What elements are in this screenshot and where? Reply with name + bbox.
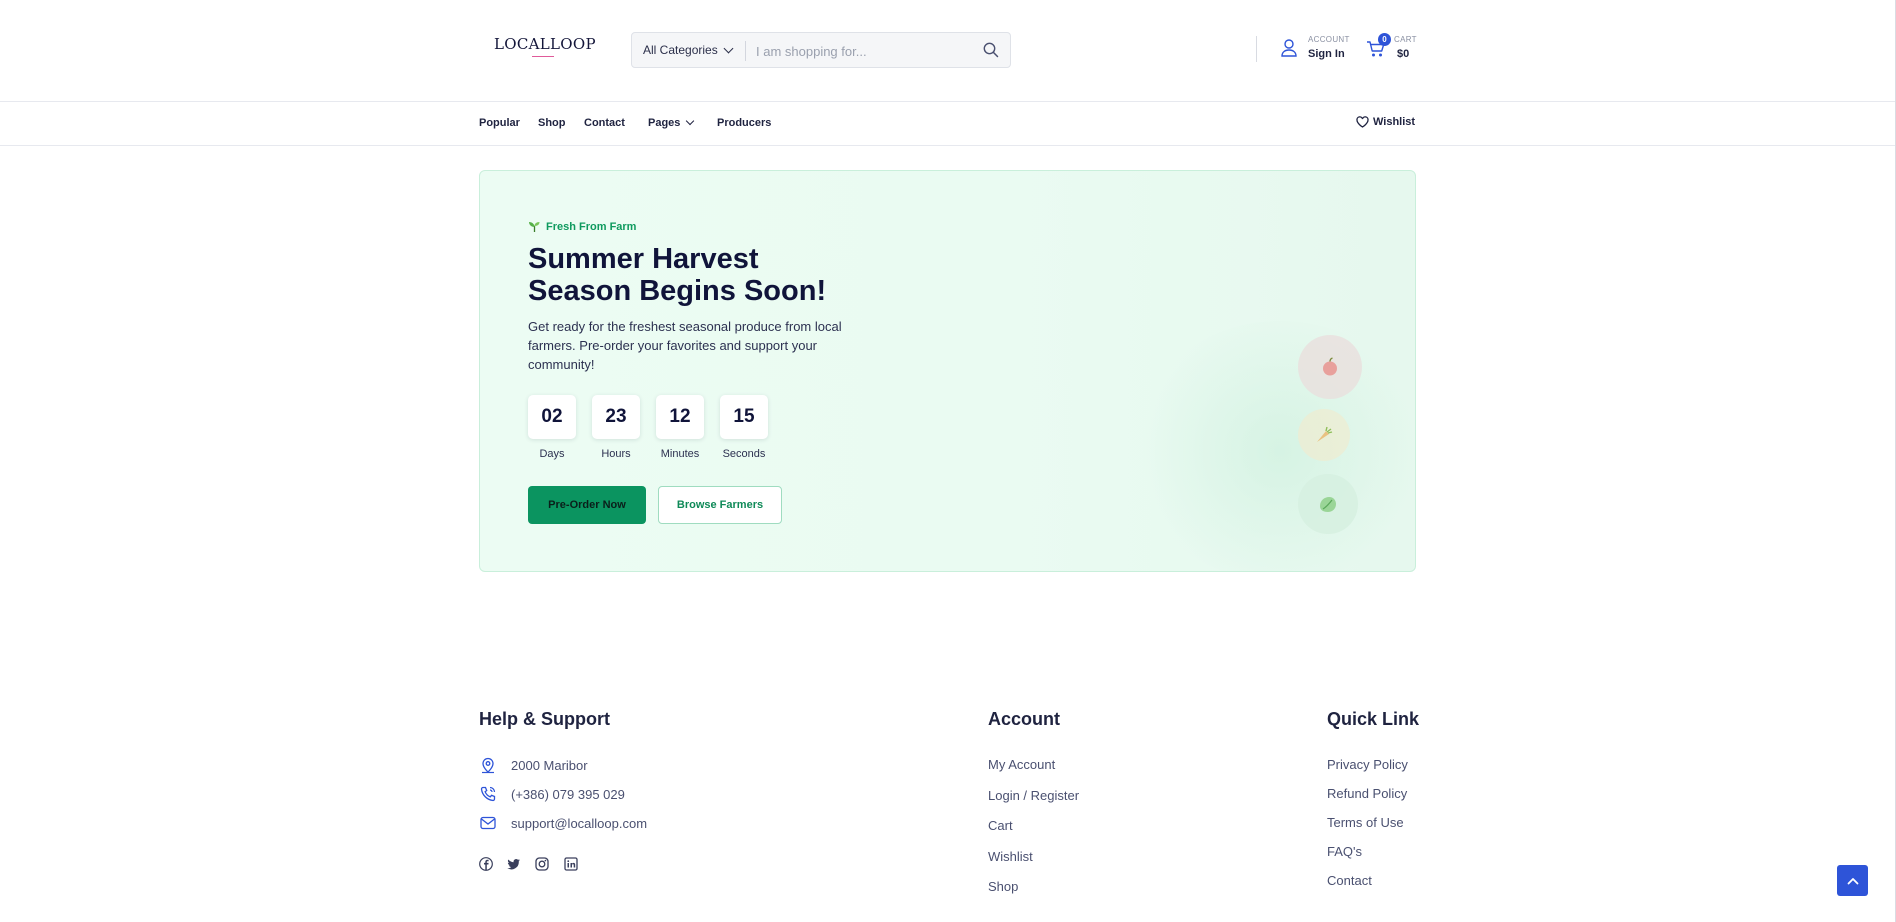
footer-email[interactable]: support@localloop.com — [479, 814, 647, 832]
cart-small-label: CART — [1394, 35, 1417, 44]
location-icon — [482, 757, 494, 774]
category-select[interactable]: All Categories — [643, 43, 734, 57]
hero-description: Get ready for the freshest seasonal prod… — [528, 319, 842, 372]
footer-address: 2000 Maribor — [479, 756, 588, 774]
hero-tag: Fresh From Farm — [528, 220, 636, 233]
countdown-label: Seconds — [722, 448, 766, 460]
carrot-bubble — [1298, 409, 1350, 461]
sign-in-label: Sign In — [1308, 48, 1345, 60]
footer-link-my-account[interactable]: My Account — [988, 757, 1055, 772]
chevron-down-icon — [723, 43, 734, 53]
search-divider — [745, 41, 746, 61]
countdown-days: 02 Days — [528, 395, 576, 460]
nav-item-popular[interactable]: Popular — [479, 117, 520, 129]
heart-icon — [1356, 116, 1369, 128]
countdown-label: Days — [539, 448, 565, 460]
user-icon — [1281, 39, 1297, 57]
mail-icon — [480, 816, 496, 830]
footer-link-login-register[interactable]: Login / Register — [988, 788, 1079, 803]
page: LOCALLOOP All Categories ACCOUNT Sign In… — [0, 0, 1896, 922]
countdown-label: Minutes — [660, 448, 700, 460]
phone-text: (+386) 079 395 029 — [511, 786, 625, 802]
account-small-label: ACCOUNT — [1308, 35, 1350, 44]
countdown-value: 02 — [528, 395, 576, 439]
seedling-icon — [529, 222, 540, 232]
footer-link-faqs[interactable]: FAQ's — [1327, 844, 1362, 859]
hero-tag-label: Fresh From Farm — [546, 220, 637, 233]
nav-item-shop[interactable]: Shop — [538, 117, 566, 129]
hero-glow — [1130, 321, 1415, 571]
main-nav: Popular Shop Contact Pages Producers Wis… — [0, 102, 1896, 146]
search-bar: All Categories — [631, 32, 1011, 68]
browse-farmers-button[interactable]: Browse Farmers — [658, 486, 782, 524]
footer-link-shop[interactable]: Shop — [988, 879, 1018, 894]
linkedin-icon[interactable] — [564, 857, 578, 871]
cart-link[interactable]: 0 CART $0 — [1366, 32, 1417, 66]
countdown-value: 15 — [720, 395, 768, 439]
hero-title-line-1: Summer Harvest — [528, 243, 759, 275]
countdown-seconds: 15 Seconds — [720, 395, 768, 460]
account-link[interactable]: ACCOUNT Sign In — [1280, 34, 1360, 66]
account-heading: Account — [988, 709, 1060, 729]
countdown-minutes: 12 Minutes — [656, 395, 704, 460]
top-header: LOCALLOOP All Categories ACCOUNT Sign In… — [0, 0, 1896, 102]
footer-link-contact[interactable]: Contact — [1327, 873, 1372, 888]
countdown-value: 23 — [592, 395, 640, 439]
countdown-label: Hours — [601, 448, 631, 460]
address-text: 2000 Maribor — [511, 757, 588, 773]
logo-accent — [532, 56, 554, 57]
hero-title-line-2: Season Begins Soon! — [528, 275, 827, 307]
nav-item-pages-label: Pages — [648, 117, 681, 129]
countdown-value: 12 — [656, 395, 704, 439]
cart-count-badge: 0 — [1378, 33, 1391, 46]
chevron-down-icon — [686, 116, 695, 126]
footer-link-wishlist[interactable]: Wishlist — [988, 849, 1033, 864]
quick-link-heading: Quick Link — [1327, 709, 1420, 729]
cart-total: $0 — [1397, 48, 1410, 60]
search-icon[interactable] — [982, 41, 1002, 61]
footer-link-privacy-policy[interactable]: Privacy Policy — [1327, 757, 1408, 772]
carrot-icon — [1317, 426, 1333, 442]
scroll-to-top-button[interactable] — [1837, 865, 1868, 896]
harvest-hero-banner: Fresh From Farm Summer Harvest Season Be… — [479, 170, 1416, 572]
nav-item-contact[interactable]: Contact — [584, 117, 625, 129]
twitter-icon[interactable] — [507, 857, 521, 871]
pre-order-button[interactable]: Pre-Order Now — [528, 486, 646, 524]
instagram-icon[interactable] — [535, 857, 549, 871]
lettuce-bubble — [1298, 474, 1358, 534]
header-divider — [1256, 36, 1257, 62]
footer-link-terms-of-use[interactable]: Terms of Use — [1327, 815, 1404, 830]
countdown-hours: 23 Hours — [592, 395, 640, 460]
phone-icon — [480, 786, 496, 802]
email-text: support@localloop.com — [511, 815, 648, 831]
site-logo[interactable]: LOCALLOOP — [494, 35, 596, 53]
nav-item-producers[interactable]: Producers — [717, 117, 771, 129]
apple-icon — [1323, 357, 1337, 376]
search-input[interactable] — [756, 39, 976, 63]
help-support-heading: Help & Support — [479, 709, 610, 729]
footer-link-refund-policy[interactable]: Refund Policy — [1327, 786, 1407, 801]
lettuce-icon — [1320, 497, 1336, 512]
hero-title: Summer Harvest Season Begins Soon! — [528, 243, 928, 307]
category-select-label: All Categories — [643, 43, 718, 57]
apple-bubble — [1298, 335, 1362, 399]
wishlist-link[interactable]: Wishlist — [1356, 116, 1415, 128]
wishlist-label: Wishlist — [1373, 116, 1416, 128]
nav-item-pages[interactable]: Pages — [648, 116, 695, 129]
chevron-up-icon — [1847, 877, 1858, 884]
facebook-icon[interactable] — [479, 857, 493, 871]
footer-link-cart[interactable]: Cart — [988, 818, 1013, 833]
footer-phone[interactable]: (+386) 079 395 029 — [479, 785, 625, 803]
